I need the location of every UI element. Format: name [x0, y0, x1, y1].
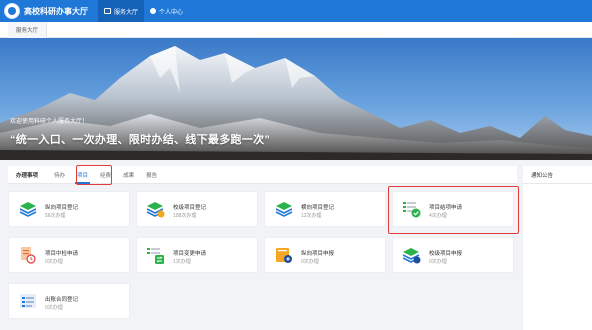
nav-item-label: 服务大厅	[114, 9, 139, 16]
tab-achievements[interactable]: 成果	[123, 166, 134, 184]
layers-coin-icon	[147, 202, 165, 218]
card-title: 项目变更申请	[173, 251, 207, 257]
nav-item-service-hall[interactable]: 服务大厅	[98, 0, 145, 22]
service-card-project-change-application[interactable]: 项目变更申请 1次办理	[136, 237, 258, 273]
tab-matters[interactable]: 办理事项	[16, 166, 38, 184]
main-nav: 服务大厅 个人中心	[98, 0, 189, 22]
service-card-outgoing-contract-registration[interactable]: 出账合同登记 0次办理	[8, 283, 130, 319]
site-title: 高校科研办事大厅	[24, 6, 88, 16]
nav-item-personal-center[interactable]: 个人中心	[144, 0, 189, 22]
top-bar: 高校科研办事大厅 服务大厅 个人中心	[0, 0, 592, 22]
service-card-school-project-application[interactable]: 校级项目申报 0次办理	[392, 237, 514, 273]
notice-panel: 通知公告	[523, 166, 592, 330]
selected-card-highlight	[388, 186, 519, 234]
card-count: 12次办理	[301, 213, 322, 219]
banner-slogan: “统一入口、一次办理、限时办结、线下最多跑一次”	[10, 134, 271, 146]
card-title: 校级项目申报	[429, 251, 463, 257]
card-count: 0次办理	[45, 259, 63, 265]
service-card-horizontal-project-registration[interactable]: 横向项目登记 12次办理	[264, 191, 386, 227]
contract-list-icon	[20, 294, 36, 308]
service-card-vertical-project-application[interactable]: 纵向项目申报 0次办理	[264, 237, 386, 273]
page-tab-bar: 服务大厅	[0, 22, 592, 38]
hero-banner: 欢迎使用科研个人服务大厅！ “统一入口、一次办理、限时办结、线下最多跑一次”	[0, 38, 592, 160]
card-count: 0次办理	[45, 305, 63, 311]
layers-coin-icon	[403, 248, 421, 264]
notice-title: 通知公告	[523, 166, 592, 184]
monitor-icon	[104, 8, 111, 14]
card-count: 56次办理	[45, 213, 66, 219]
service-card-vertical-project-registration[interactable]: 纵向项目登记 56次办理	[8, 191, 130, 227]
user-icon	[150, 8, 157, 14]
welcome-text: 欢迎使用科研个人服务大厅！	[10, 119, 89, 125]
nav-item-label: 个人中心	[159, 9, 184, 16]
card-title: 项目中检申请	[45, 251, 79, 257]
layers-icon	[275, 202, 293, 217]
card-title: 出账合同登记	[45, 297, 79, 303]
card-count: 0次办理	[301, 259, 319, 265]
card-count: 108次办理	[173, 213, 197, 219]
tab-todo[interactable]: 待办	[54, 166, 65, 184]
book-apply-icon	[276, 248, 292, 263]
service-card-midterm-check-application[interactable]: 项目中检申请 0次办理	[8, 237, 130, 273]
card-title: 纵向项目登记	[45, 205, 79, 211]
card-title: 校级项目登记	[173, 205, 207, 211]
page-tab-service-hall[interactable]: 服务大厅	[8, 22, 48, 38]
card-title: 纵向项目申报	[301, 251, 335, 257]
service-card-school-project-registration[interactable]: 校级项目登记 108次办理	[136, 191, 258, 227]
card-count: 1次办理	[173, 259, 191, 265]
active-tab-highlight	[76, 165, 112, 185]
tab-reports[interactable]: 报告	[146, 166, 157, 184]
change-request-icon	[147, 248, 164, 264]
card-count: 0次办理	[429, 259, 447, 265]
card-title: 横向项目登记	[301, 205, 335, 211]
layers-icon	[19, 202, 37, 217]
document-clock-icon	[21, 247, 36, 264]
university-logo-icon	[4, 3, 20, 19]
